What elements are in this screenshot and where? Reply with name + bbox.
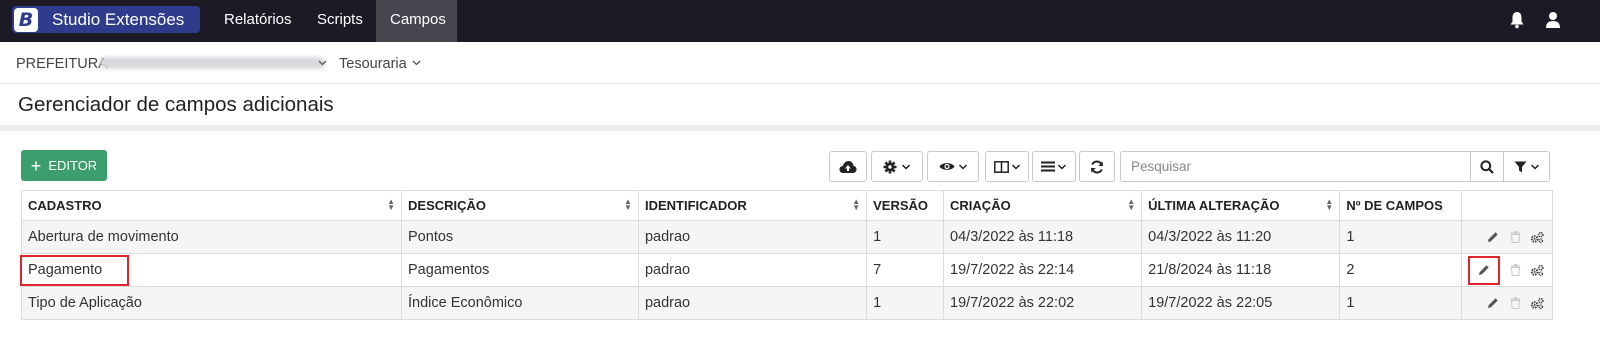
entity-name-redacted (100, 57, 325, 69)
cell-cadastro: Tipo de Aplicação (20, 286, 403, 320)
sort-icon: ▲ ▼ (852, 197, 861, 212)
gears-icon[interactable] (1530, 263, 1544, 277)
column-header-descricao[interactable]: DESCRIÇÃO ▲ ▼ (401, 190, 639, 221)
cell-identificador: padrao (637, 286, 868, 320)
nav-item-campos[interactable]: Campos (376, 0, 457, 42)
nav-item-scripts[interactable]: Scripts (303, 0, 377, 42)
search-input[interactable] (1120, 151, 1471, 182)
search-icon (1480, 159, 1494, 174)
section-divider (0, 125, 1600, 131)
chevron-down-icon[interactable] (318, 59, 327, 67)
cell-ultima-alteracao: 19/7/2022 às 22:05 (1141, 286, 1341, 320)
table-row: Pagamento Pagamentos padrao 7 19/7/2022 … (20, 253, 1554, 287)
pencil-icon[interactable] (1486, 296, 1500, 310)
highlighted-cadastro: Pagamento (20, 254, 130, 286)
cell-criacao: 19/7/2022 às 22:14 (943, 253, 1143, 287)
pencil-icon[interactable] (1468, 255, 1500, 285)
cell-ultima-alteracao: 04/3/2022 às 11:20 (1141, 220, 1341, 254)
trash-icon[interactable] (1508, 263, 1522, 277)
columns-dropdown-button[interactable] (985, 151, 1029, 182)
module-label: Tesouraria (339, 56, 407, 72)
plus-icon: + (30, 155, 42, 176)
chevron-down-icon (901, 163, 911, 170)
cell-versao: 1 (866, 220, 945, 254)
table-header-row: CADASTRO ▲ ▼ DESCRIÇÃO ▲ ▼ IDENTIFICADOR ▲ ▼ V… (20, 190, 1554, 221)
cell-cadastro: Pagamento (20, 253, 403, 287)
list-dropdown-button[interactable] (1032, 151, 1076, 182)
brand-logo[interactable]: B Studio Extensões (12, 6, 200, 33)
cell-actions (1460, 253, 1554, 287)
cloud-upload-button[interactable] (829, 151, 867, 182)
cell-versao: 1 (866, 286, 945, 320)
user-icon[interactable] (1545, 11, 1561, 29)
nav-item-relatorios[interactable]: Relatórios (210, 0, 306, 42)
chevron-down-icon (1011, 163, 1020, 170)
cloud-upload-icon (839, 160, 857, 173)
search-button[interactable] (1470, 151, 1504, 182)
add-editor-button[interactable]: + EDITOR (21, 150, 107, 181)
pencil-icon[interactable] (1486, 230, 1500, 244)
cell-numero-campos: 2 (1339, 253, 1462, 287)
cell-numero-campos: 1 (1339, 220, 1462, 254)
entity-label: PREFEITURA (16, 56, 108, 72)
bell-icon[interactable] (1509, 11, 1525, 29)
cell-actions (1460, 286, 1554, 320)
entity-selector[interactable]: PREFEITURA (16, 56, 108, 72)
cell-identificador: padrao (637, 220, 868, 254)
chevron-down-icon (1530, 163, 1539, 170)
module-selector[interactable]: Tesouraria (339, 56, 407, 72)
editor-button-label: EDITOR (48, 158, 98, 173)
cell-identificador: padrao (637, 253, 868, 287)
cell-actions (1460, 220, 1554, 254)
columns-icon (993, 160, 1009, 173)
table-row: Tipo de Aplicação Índice Econômico padra… (20, 286, 1554, 320)
table-row: Abertura de movimento Pontos padrao 1 04… (20, 220, 1554, 254)
cell-numero-campos: 1 (1339, 286, 1462, 320)
gears-icon[interactable] (1530, 296, 1544, 310)
column-header-numero-campos: Nº DE CAMPOS (1339, 190, 1462, 221)
column-header-criacao[interactable]: CRIAÇÃO ▲ ▼ (943, 190, 1143, 221)
list-icon (1041, 161, 1055, 172)
chevron-down-icon[interactable] (412, 59, 421, 67)
sort-icon: ▲ ▼ (1325, 197, 1334, 212)
cell-descricao: Pagamentos (401, 253, 639, 287)
column-header-cadastro[interactable]: CADASTRO ▲ ▼ (20, 190, 403, 221)
cell-versao: 7 (866, 253, 945, 287)
column-header-versao: VERSÃO (866, 190, 945, 221)
cell-descricao: Pontos (401, 220, 639, 254)
sort-icon: ▲ ▼ (1127, 197, 1136, 212)
trash-icon[interactable] (1508, 296, 1522, 310)
gear-icon (883, 160, 897, 173)
top-navbar: B Studio Extensões Relatórios Scripts Ca… (0, 0, 1600, 42)
column-header-ultima-alteracao[interactable]: ÚLTIMA ALTERAÇÃO ▲ ▼ (1141, 190, 1341, 221)
eye-icon (939, 163, 954, 170)
cell-descricao: Índice Econômico (401, 286, 639, 320)
brand-name: Studio Extensões (52, 9, 185, 29)
filter-dropdown-button[interactable] (1503, 151, 1550, 182)
cell-criacao: 04/3/2022 às 11:18 (943, 220, 1143, 254)
column-header-identificador[interactable]: IDENTIFICADOR ▲ ▼ (637, 190, 868, 221)
gears-icon[interactable] (1530, 230, 1544, 244)
trash-icon[interactable] (1508, 230, 1522, 244)
refresh-button[interactable] (1079, 151, 1115, 182)
settings-dropdown-button[interactable] (871, 151, 923, 182)
filter-icon (1514, 161, 1526, 172)
page-title: Gerenciador de campos adicionais (18, 93, 334, 116)
cell-cadastro: Abertura de movimento (20, 220, 403, 254)
refresh-icon (1091, 159, 1103, 174)
chevron-down-icon (1057, 163, 1067, 170)
column-header-actions (1460, 190, 1554, 221)
cell-criacao: 19/7/2022 às 22:02 (943, 286, 1143, 320)
visibility-dropdown-button[interactable] (927, 151, 979, 182)
brand-mark: B (14, 7, 38, 32)
sort-icon: ▲ ▼ (624, 197, 632, 212)
campos-table: CADASTRO ▲ ▼ DESCRIÇÃO ▲ ▼ IDENTIFICADOR ▲ ▼ V… (20, 190, 1554, 320)
cell-ultima-alteracao: 21/8/2024 às 11:18 (1141, 253, 1341, 287)
sort-icon: ▲ ▼ (387, 197, 396, 212)
chevron-down-icon (958, 163, 967, 170)
